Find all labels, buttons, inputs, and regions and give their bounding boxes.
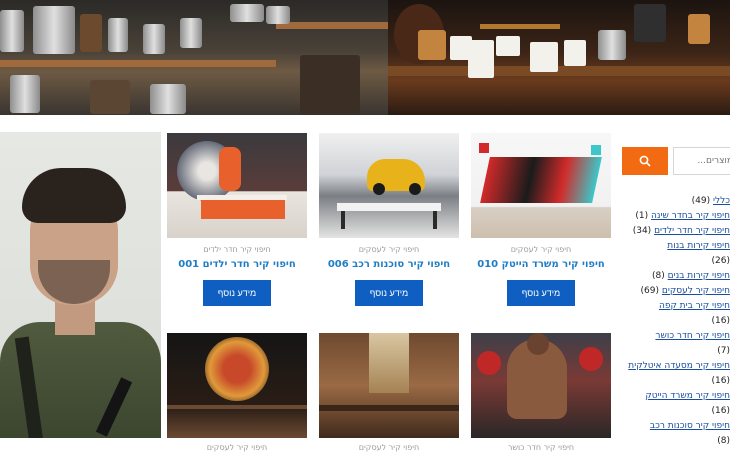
product-category: חיפוי קיר חדר כושר [471, 443, 611, 452]
more-info-button[interactable]: מידע נוסף [507, 280, 575, 306]
category-item-boys: חיפוי קירות בנים (8) [652, 270, 730, 282]
category-link[interactable]: כללי [713, 196, 730, 206]
category-link[interactable]: חיפוי קירות בנים [668, 271, 730, 281]
category-link[interactable]: חיפוי קיר משרד הייטק [645, 391, 730, 401]
product-image[interactable] [471, 333, 611, 438]
product-title[interactable]: חיפוי קיר חדר ילדים 001 [167, 259, 307, 270]
category-item-gym-count: (7) [717, 345, 730, 357]
category-item-cafe-count: (16) [712, 315, 730, 327]
product-category: חיפוי קיר לעסקים [319, 443, 459, 452]
category-item-car-agency: חיפוי קיר סוכנות רכב [650, 420, 730, 432]
category-link[interactable]: חיפוי קיר לעסקים [662, 286, 730, 296]
category-item-bedroom: חיפוי קיר בחדר שינה (1) [635, 210, 730, 222]
search-input[interactable] [673, 147, 730, 175]
product-title[interactable]: חיפוי קיר משרד הייטק 010 [471, 259, 611, 270]
hero-banner [0, 0, 730, 115]
category-count: (34) [633, 226, 651, 236]
category-item-girls: חיפוי קירות בנות [667, 240, 730, 252]
category-link[interactable]: חיפוי קיר מסעדה איטלקית [628, 361, 730, 371]
category-item-gym: חיפוי קיר חדר כושר [655, 330, 730, 342]
product-category: חיפוי קיר חדר ילדים [167, 245, 307, 254]
category-count: (69) [641, 286, 659, 296]
category-item-girls-count: (26) [712, 255, 730, 267]
category-item-general: כללי (49) [692, 195, 730, 207]
category-link[interactable]: חיפוי קיר חדר ילדים [654, 226, 730, 236]
category-count: (16) [712, 316, 730, 326]
more-info-button[interactable]: מידע נוסף [355, 280, 423, 306]
category-item-car-agency-count: (8) [717, 435, 730, 447]
category-count: (8) [717, 436, 730, 446]
category-link[interactable]: חיפוי קיר סוכנות רכב [650, 421, 730, 431]
category-link[interactable]: חיפוי קירות בנות [667, 241, 730, 251]
category-item-italian: חיפוי קיר מסעדה איטלקית [628, 360, 730, 372]
coffee-counter-photo [388, 0, 730, 115]
product-title[interactable]: חיפוי קיר סוכנות רכב 006 [319, 259, 459, 270]
product-image[interactable] [319, 333, 459, 438]
category-item-hitech: חיפוי קיר משרד הייטק [645, 390, 730, 402]
category-item-italian-count: (16) [712, 375, 730, 387]
promo-portrait-image [0, 132, 161, 438]
product-image[interactable] [167, 133, 307, 238]
kitchen-shelves-photo [0, 0, 388, 115]
category-item-business: חיפוי קיר לעסקים (69) [641, 285, 730, 297]
product-image[interactable] [167, 333, 307, 438]
product-category: חיפוי קיר לעסקים [167, 443, 307, 452]
product-image[interactable] [319, 133, 459, 238]
product-category: חיפוי קיר לעסקים [471, 245, 611, 254]
category-item-kids-room: חיפוי קיר חדר ילדים (34) [633, 225, 730, 237]
category-link[interactable]: חיפוי קיר חדר כושר [655, 331, 730, 341]
search-button[interactable] [622, 147, 668, 175]
category-count: (16) [712, 406, 730, 416]
more-info-button[interactable]: מידע נוסף [203, 280, 271, 306]
category-count: (16) [712, 376, 730, 386]
product-image[interactable] [471, 133, 611, 238]
category-link[interactable]: חיפוי קיר בחדר שינה [651, 211, 730, 221]
category-count: (49) [692, 196, 710, 206]
category-count: (8) [652, 271, 665, 281]
category-item-cafe: חיפוי קיר בית קפה [659, 300, 730, 312]
category-count: (1) [635, 211, 648, 221]
category-count: (26) [712, 256, 730, 266]
search-icon [639, 155, 651, 167]
category-count: (7) [717, 346, 730, 356]
category-item-hitech-count: (16) [712, 405, 730, 417]
product-category: חיפוי קיר לעסקים [319, 245, 459, 254]
category-link[interactable]: חיפוי קיר בית קפה [659, 301, 730, 311]
